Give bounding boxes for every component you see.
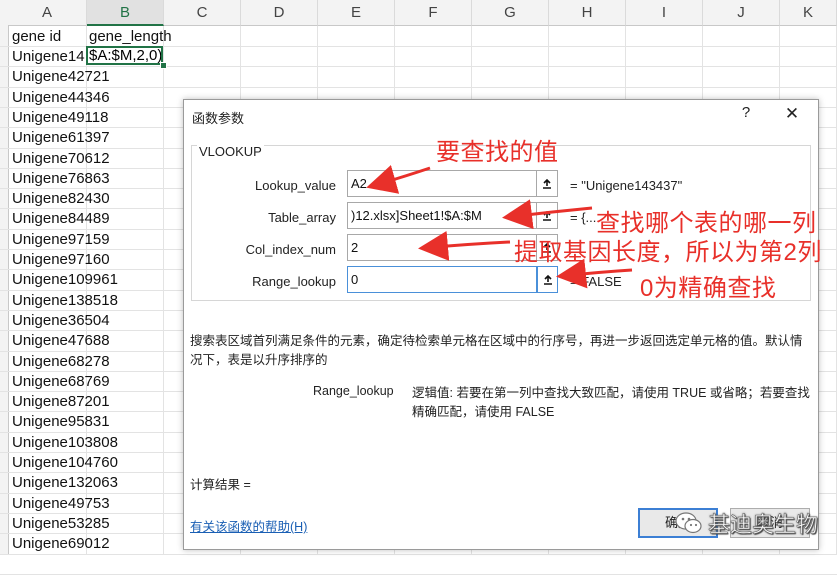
- cell-gene-id[interactable]: Unigene53285: [12, 514, 162, 534]
- row-header-strip: [0, 0, 9, 554]
- column-header-e[interactable]: E: [318, 0, 395, 26]
- cell-gene-id[interactable]: Unigene87201: [12, 392, 162, 412]
- table-array-input[interactable]: )12.xlsx]Sheet1!$A:$M: [347, 202, 537, 229]
- arg-label-table-array: Table_array: [268, 210, 336, 225]
- column-header-d[interactable]: D: [241, 0, 318, 26]
- watermark: 基迪奥生物: [674, 505, 834, 541]
- wechat-icon: [674, 508, 704, 538]
- cell-gene-id[interactable]: Unigene70612: [12, 149, 162, 169]
- cell-gene-id[interactable]: Unigene97159: [12, 230, 162, 250]
- cell-gene-id[interactable]: Unigene47688: [12, 331, 162, 351]
- param-name: Range_lookup: [313, 384, 394, 398]
- dialog-title: 函数参数: [192, 111, 245, 126]
- collapse-icon: [543, 178, 551, 189]
- cell-gene-id[interactable]: Unigene103808: [12, 433, 162, 453]
- cell-gene-id[interactable]: Unigene84489: [12, 209, 162, 229]
- column-header-b[interactable]: B: [87, 0, 164, 26]
- function-description: 搜索表区域首列满足条件的元素，确定待检索单元格在区域中的行序号，再进一步返回选定…: [190, 334, 803, 367]
- cell-gene-id[interactable]: Unigene76863: [12, 169, 162, 189]
- column-header-i[interactable]: I: [626, 0, 703, 26]
- function-help-link[interactable]: 有关该函数的帮助(H): [190, 516, 307, 535]
- cell-gene-id[interactable]: Unigene68769: [12, 372, 162, 392]
- arg-label-col-index-num: Col_index_num: [245, 242, 336, 257]
- collapse-ref-button-2[interactable]: [537, 202, 558, 229]
- range-lookup-input[interactable]: 0: [347, 266, 537, 293]
- cell-gene-id[interactable]: Unigene82430: [12, 189, 162, 209]
- cell-gene-id[interactable]: Unigene104760: [12, 453, 162, 473]
- column-header-h[interactable]: H: [549, 0, 626, 26]
- annotation-range-lookup: 0为精确查找: [640, 275, 777, 302]
- arg-result-range-lookup: = FALSE: [570, 274, 622, 289]
- lookup-value-input[interactable]: A2: [347, 170, 537, 197]
- cell-gene-id[interactable]: Unigene49753: [12, 494, 162, 514]
- column-header-g[interactable]: G: [472, 0, 549, 26]
- column-header-c[interactable]: C: [164, 0, 241, 26]
- close-button[interactable]: ✕: [781, 104, 803, 126]
- cell-gene-id[interactable]: Unigene42721: [12, 67, 162, 87]
- cell-gene-id[interactable]: Unigene36504: [12, 311, 162, 331]
- column-header-f[interactable]: F: [395, 0, 472, 26]
- col-index-num-input[interactable]: 2: [347, 234, 537, 261]
- column-header-j[interactable]: J: [703, 0, 780, 26]
- collapse-ref-button-4[interactable]: [537, 266, 558, 293]
- help-button[interactable]: ?: [737, 104, 755, 126]
- cell-gene-id[interactable]: Unigene109961: [12, 270, 162, 290]
- calc-result: 计算结果 =: [190, 478, 251, 492]
- column-header-k[interactable]: K: [780, 0, 837, 26]
- cell-gene-id[interactable]: Unigene97160: [12, 250, 162, 270]
- cell-gene-id[interactable]: Unigene44346: [12, 88, 162, 108]
- arg-label-lookup-value: Lookup_value: [255, 178, 336, 193]
- function-name: VLOOKUP: [197, 144, 264, 159]
- active-cell-b2[interactable]: $A:$M,2,0): [86, 46, 163, 65]
- column-header-a[interactable]: A: [8, 0, 87, 26]
- arg-label-range-lookup: Range_lookup: [252, 274, 336, 289]
- cell-gene-id[interactable]: Unigene68278: [12, 352, 162, 372]
- arg-result-lookup-value: = "Unigene143437": [570, 178, 683, 193]
- cell-gene-id[interactable]: Unigene138518: [12, 291, 162, 311]
- collapse-ref-button-1[interactable]: [537, 170, 558, 197]
- annotation-lookup-value: 要查找的值: [436, 139, 559, 166]
- cell-b1[interactable]: gene_length: [89, 27, 172, 47]
- watermark-text: 基迪奥生物: [708, 512, 819, 538]
- param-description: 逻辑值: 若要在第一列中查找大致匹配，请使用 TRUE 或省略；若要查找精确匹配…: [412, 386, 810, 419]
- collapse-icon: [543, 210, 551, 221]
- annotation-col-index: 提取基因长度，所以为第2列: [514, 239, 822, 266]
- cell-gene-id[interactable]: Unigene69012: [12, 534, 162, 554]
- cell-gene-id[interactable]: Unigene132063: [12, 473, 162, 493]
- cell-gene-id[interactable]: Unigene95831: [12, 412, 162, 432]
- cell-gene-id[interactable]: Unigene61397: [12, 128, 162, 148]
- arg-result-table-array: = {...: [570, 210, 597, 225]
- fill-handle[interactable]: [160, 62, 167, 69]
- collapse-icon: [543, 274, 552, 285]
- cell-gene-id[interactable]: Unigene49118: [12, 108, 162, 128]
